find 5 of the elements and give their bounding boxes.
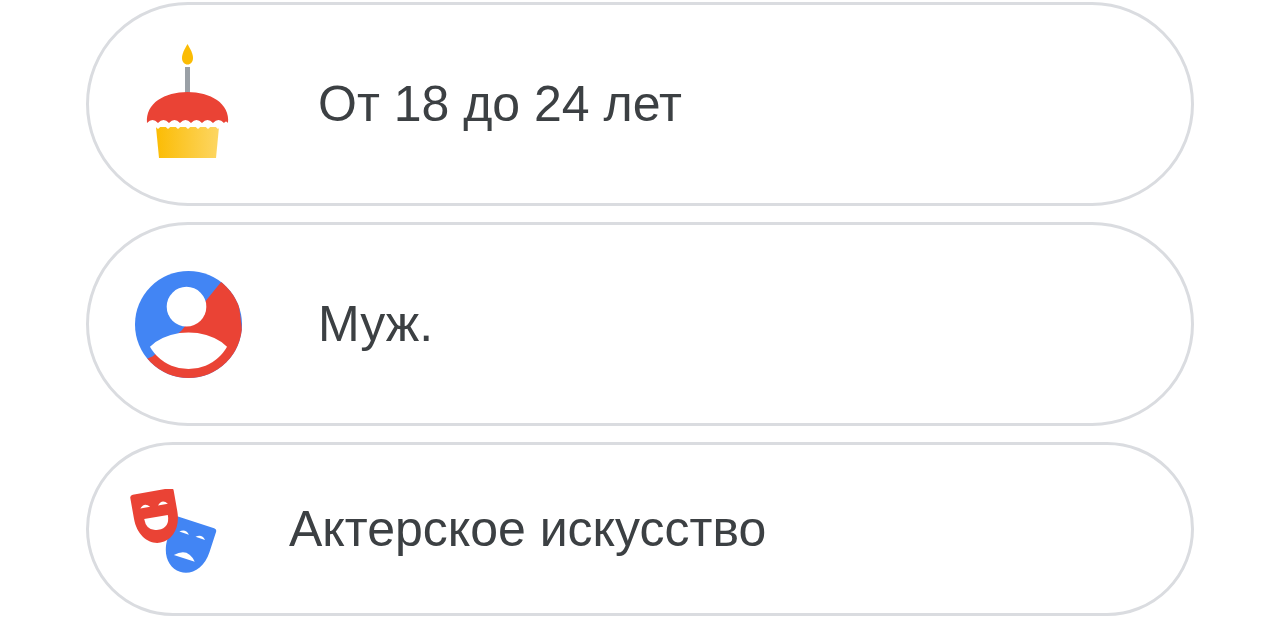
profile-item[interactable]: Муж. [86,222,1194,426]
cake-icon [145,42,230,158]
theater-masks-icon [130,488,218,574]
profile-item[interactable]: Актерское искусство [86,442,1194,616]
profile-item[interactable]: От 18 до 24 лет [86,2,1194,206]
